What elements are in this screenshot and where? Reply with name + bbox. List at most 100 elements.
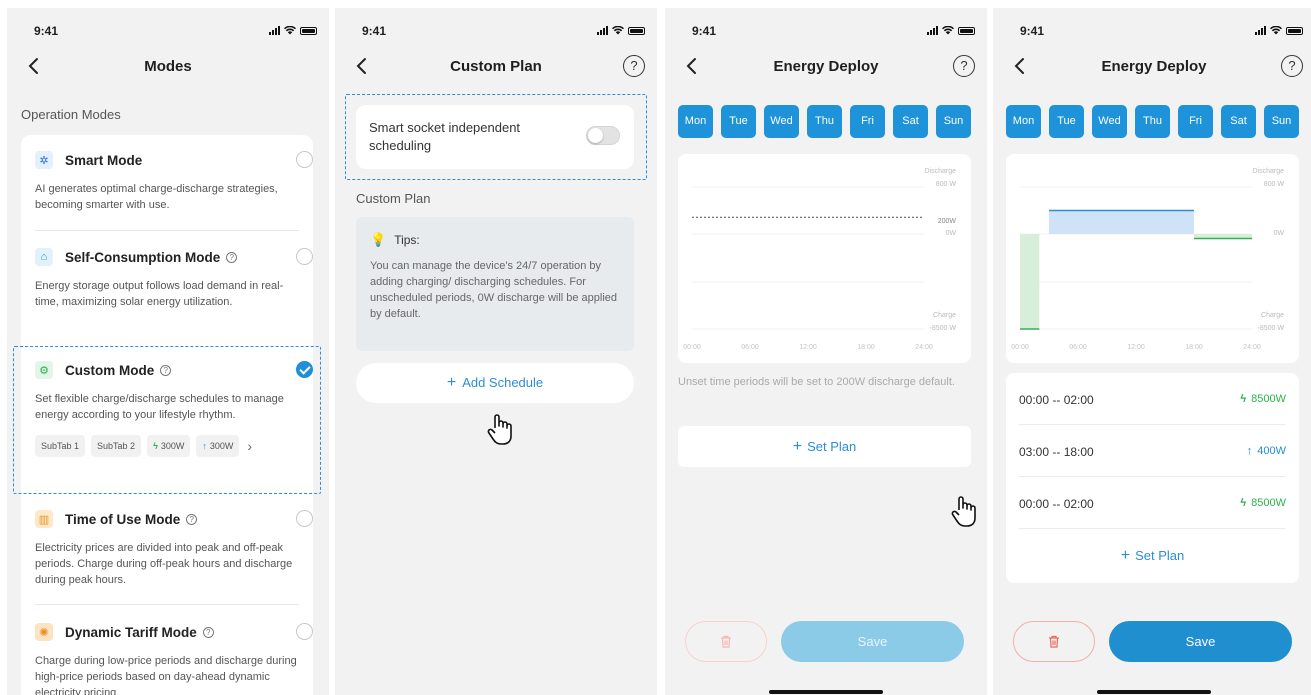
schedule-time: 03:00 -- 18:00: [1019, 445, 1094, 459]
x-tick-label: 18:00: [1185, 344, 1203, 351]
trash-icon: [721, 635, 731, 648]
tips-box: 💡 Tips: You can manage the device's 24/7…: [356, 217, 634, 351]
signal-icon: [927, 26, 938, 35]
day-tab[interactable]: Fri: [850, 105, 885, 138]
help-icon[interactable]: ?: [1281, 55, 1303, 77]
arrow-up-icon: ↑: [1246, 445, 1253, 457]
mode-radio[interactable]: [296, 248, 313, 265]
mode-radio-selected[interactable]: [296, 361, 313, 378]
home-indicator: [1097, 690, 1211, 694]
wifi-icon: [612, 26, 624, 35]
day-tab[interactable]: Sun: [936, 105, 971, 138]
help-icon[interactable]: ?: [202, 626, 214, 638]
tariff-icon: ✺: [35, 623, 53, 641]
nav-bar: Modes: [7, 54, 329, 80]
mode-title: Custom Mode: [65, 362, 155, 378]
schedule-time: 00:00 -- 02:00: [1019, 393, 1094, 407]
bolt-icon: ϟ: [153, 441, 158, 451]
day-tab[interactable]: Mon: [1006, 105, 1041, 138]
signal-icon: [1255, 26, 1266, 35]
tips-body: You can manage the device's 24/7 operati…: [370, 260, 618, 320]
subtab-row: SubTab 1 SubTab 2 ϟ 300W ↑ 300W ›: [35, 435, 313, 457]
home-indicator: [769, 690, 883, 694]
mode-desc: Electricity prices are divided into peak…: [35, 542, 293, 586]
set-plan-button[interactable]: + Set Plan: [1006, 547, 1299, 565]
schedule-row[interactable]: 03:00 -- 18:00 ↑ 400W: [1019, 427, 1286, 477]
discharge-chip[interactable]: ↑ 300W: [196, 435, 240, 457]
discharge-area: [1049, 210, 1194, 234]
delete-button[interactable]: [1013, 621, 1095, 662]
battery-icon: [958, 27, 975, 35]
x-tick-label: 24:00: [915, 344, 933, 351]
schedule-list: 00:00 -- 02:00 ϟ 8500W 03:00 -- 18:00 ↑ 40…: [1006, 373, 1299, 583]
wifi-icon: [1270, 26, 1282, 35]
help-icon[interactable]: ?: [226, 251, 238, 263]
mode-self-consumption[interactable]: ⌂ Self-Consumption Mode ? Energy storage…: [35, 246, 313, 310]
mode-dynamic-tariff[interactable]: ✺ Dynamic Tariff Mode ? Charge during lo…: [35, 621, 313, 695]
day-tab[interactable]: Thu: [807, 105, 842, 138]
schedule-time: 00:00 -- 02:00: [1019, 497, 1094, 511]
mode-time-of-use[interactable]: ▥ Time of Use Mode ? Electricity prices …: [35, 508, 313, 588]
x-tick-label: 24:00: [1243, 344, 1261, 351]
mode-desc: AI generates optimal charge-discharge st…: [35, 183, 278, 211]
mode-radio[interactable]: [296, 151, 313, 168]
x-tick-label: 12:00: [1127, 344, 1145, 351]
x-tick-label: 00:00: [683, 344, 701, 351]
help-icon[interactable]: ?: [160, 364, 172, 376]
subtab-chip[interactable]: SubTab 2: [91, 435, 142, 457]
signal-icon: [269, 26, 280, 35]
help-icon[interactable]: ?: [186, 513, 198, 525]
lightbulb-icon: 💡: [370, 232, 387, 247]
help-icon[interactable]: ?: [953, 55, 975, 77]
battery-icon: [1286, 27, 1303, 35]
energy-deploy-filled-screen: 9:41 Energy Deploy ? Mon Tue Wed Thu Fri…: [993, 8, 1311, 695]
nav-bar: Energy Deploy ?: [993, 54, 1311, 80]
mode-custom[interactable]: ⚙ Custom Mode ? Set flexible charge/disc…: [35, 359, 313, 457]
day-tab[interactable]: Thu: [1135, 105, 1170, 138]
bolt-icon: ϟ: [1240, 497, 1247, 509]
status-bar: 9:41: [335, 24, 657, 40]
schedule-row[interactable]: 00:00 -- 02:00 ϟ 8500W: [1019, 375, 1286, 425]
plus-icon: +: [1120, 547, 1131, 564]
mode-radio[interactable]: [296, 623, 313, 640]
modes-screen: 9:41 Modes Operation Modes ✲ Smart Mode …: [7, 8, 329, 695]
day-tab[interactable]: Fri: [1178, 105, 1213, 138]
subtab-chip[interactable]: SubTab 1: [35, 435, 86, 457]
energy-chart-card: Discharge 800 W 0W Charge -8500 W 00:00 0…: [1006, 154, 1299, 363]
schedule-power: ↑ 400W: [1246, 445, 1286, 457]
tips-title: Tips:: [394, 233, 420, 247]
y-label-max: 800 W: [1264, 181, 1285, 188]
charge-chip[interactable]: ϟ 300W: [147, 435, 191, 457]
schedule-row[interactable]: 00:00 -- 02:00 ϟ 8500W: [1019, 479, 1286, 529]
smart-socket-toggle[interactable]: [586, 126, 620, 145]
chevron-right-icon[interactable]: ›: [247, 438, 252, 454]
mode-radio[interactable]: [296, 510, 313, 527]
help-icon[interactable]: ?: [623, 55, 645, 77]
page-title: Custom Plan: [450, 58, 542, 75]
save-button[interactable]: Save: [1109, 621, 1292, 662]
day-tab[interactable]: Wed: [1092, 105, 1127, 138]
set-plan-button[interactable]: + Set Plan: [678, 426, 971, 467]
day-tab[interactable]: Sat: [1221, 105, 1256, 138]
mode-desc: Charge during low-price periods and disc…: [35, 655, 297, 695]
mode-desc: Set flexible charge/discharge schedules …: [35, 393, 284, 421]
y-label-max: 800 W: [936, 181, 957, 188]
house-icon: ⌂: [35, 248, 53, 266]
delete-button[interactable]: [685, 621, 767, 662]
y-label-zero: 0W: [946, 230, 957, 237]
day-tab[interactable]: Sat: [893, 105, 928, 138]
page-title: Modes: [144, 58, 192, 75]
plus-icon: +: [792, 438, 803, 455]
day-tab[interactable]: Wed: [764, 105, 799, 138]
mode-smart[interactable]: ✲ Smart Mode AI generates optimal charge…: [35, 149, 313, 213]
day-tab[interactable]: Sun: [1264, 105, 1299, 138]
y-label-charge: Charge: [933, 312, 956, 319]
divider: [35, 230, 299, 231]
day-tab[interactable]: Tue: [1049, 105, 1084, 138]
day-tab[interactable]: Tue: [721, 105, 756, 138]
day-tab[interactable]: Mon: [678, 105, 713, 138]
save-button[interactable]: Save: [781, 621, 964, 662]
wifi-icon: [284, 26, 296, 35]
add-schedule-button[interactable]: + Add Schedule: [356, 363, 634, 403]
battery-icon: [628, 27, 645, 35]
